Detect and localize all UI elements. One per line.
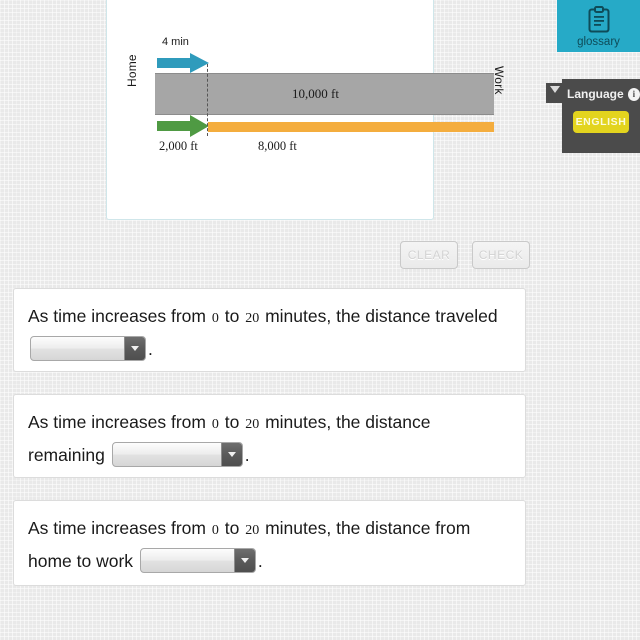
dropdown-arrow-box[interactable]: [233, 549, 255, 572]
question-period: .: [257, 551, 263, 571]
question-range-end: 20: [245, 311, 260, 326]
question-card: As time increases from 0 to 20 minutes, …: [13, 288, 526, 372]
remaining-distance-label: 8,000 ft: [258, 139, 297, 153]
total-distance-label: 10,000 ft: [292, 86, 339, 101]
question-card: As time increases from 0 to 20 minutes, …: [13, 394, 526, 478]
current-position-marker: [207, 64, 208, 136]
chevron-down-icon: [240, 558, 249, 563]
language-panel: Language i ENGLISH: [562, 79, 640, 153]
remaining-distance-bar: [208, 122, 494, 132]
question-range-start: 0: [211, 417, 219, 432]
chevron-down-icon: [227, 452, 236, 457]
question-range-start: 0: [211, 311, 219, 326]
question-text-before: As time increases from: [28, 518, 206, 538]
blue-arrow-icon: [157, 53, 209, 73]
home-axis-label: Home: [125, 54, 139, 87]
question-period: .: [148, 339, 153, 359]
answer-dropdown[interactable]: [111, 442, 243, 467]
question-text-before: As time increases from: [28, 306, 206, 326]
glossary-label: glossary: [577, 36, 620, 48]
chevron-down-icon: [549, 86, 560, 93]
distance-diagram: 4 min 10,000 ft Home Work 2,000 ft 8,000…: [107, 0, 506, 221]
dropdown-arrow-box[interactable]: [124, 337, 145, 360]
work-axis-label: Work: [492, 66, 506, 95]
question-period: .: [244, 445, 250, 465]
language-collapse-toggle[interactable]: [546, 83, 563, 103]
check-button[interactable]: CHECK: [472, 241, 530, 269]
diagram-panel: 4 min 10,000 ft Home Work 2,000 ft 8,000…: [106, 0, 506, 221]
question-text-mid: to: [224, 518, 240, 538]
question-card: As time increases from 0 to 20 minutes, …: [13, 500, 526, 586]
clear-button[interactable]: CLEAR: [400, 241, 458, 269]
clipboard-icon: [588, 6, 609, 33]
traveled-distance-label: 2,000 ft: [159, 139, 198, 153]
answer-dropdown[interactable]: [30, 336, 146, 361]
question-text: As time increases from 0 to 20 minutes, …: [28, 301, 511, 365]
question-text: As time increases from 0 to 20 minutes, …: [28, 407, 511, 471]
chevron-down-icon: [131, 346, 139, 351]
question-range-end: 20: [245, 523, 260, 538]
question-text-before: As time increases from: [28, 412, 206, 432]
action-button-row: CLEAR CHECK: [0, 241, 530, 269]
question-text-mid: to: [224, 412, 240, 432]
green-arrow-icon: [157, 115, 209, 137]
dropdown-arrow-box[interactable]: [220, 443, 242, 466]
question-text-after: minutes, the distance traveled: [265, 306, 498, 326]
answer-dropdown[interactable]: [139, 548, 256, 573]
language-english-button[interactable]: ENGLISH: [573, 111, 629, 133]
question-text-mid: to: [224, 306, 240, 326]
question-range-start: 0: [211, 523, 219, 538]
diagram-time-label: 4 min: [162, 36, 189, 48]
question-text: As time increases from 0 to 20 minutes, …: [28, 513, 511, 577]
language-title: Language: [567, 87, 624, 101]
info-icon[interactable]: i: [627, 87, 640, 101]
question-range-end: 20: [245, 417, 260, 432]
language-header: Language i: [562, 87, 640, 101]
glossary-button[interactable]: glossary: [557, 0, 640, 52]
